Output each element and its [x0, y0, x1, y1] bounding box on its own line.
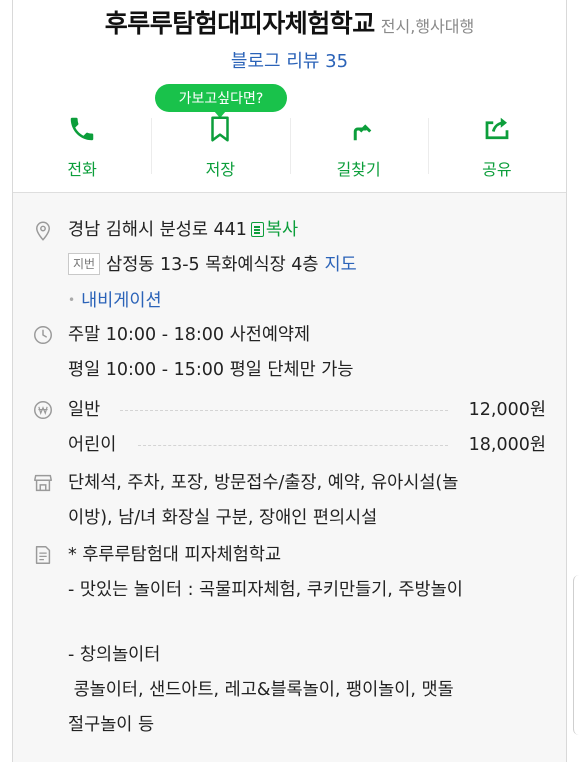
copy-icon	[250, 222, 264, 237]
price-label: 일반	[68, 400, 101, 420]
action-bar: 전화 저장 길찾기 공유	[13, 112, 566, 184]
jibun-address: 삼정동 13-5 목화예식장 4층	[106, 255, 319, 275]
document-icon	[32, 544, 54, 566]
price-row-adult: 일반 12,000원	[68, 393, 546, 427]
copy-address-button[interactable]: 복사	[250, 220, 299, 240]
share-button[interactable]: 공유	[427, 112, 566, 184]
map-link[interactable]: 지도	[325, 255, 357, 275]
title-row: 후루루탐험대피자체험학교 전시,행사대행	[13, 4, 566, 40]
directions-label: 길찾기	[336, 160, 381, 179]
frame-border-right	[566, 0, 567, 762]
directions-icon	[344, 114, 374, 148]
location-pin-icon	[32, 220, 54, 242]
facilities-line-2: 이방), 남/녀 화장실 구분, 장애인 편의시설	[68, 508, 378, 528]
jibun-address-line: 지번 삼정동 13-5 목화예식장 4층 지도	[68, 248, 357, 282]
won-coin-icon	[32, 399, 54, 421]
description-line-3: - 창의놀이터	[68, 645, 161, 665]
facilities-line-1: 단체석, 주차, 포장, 방문접수/출장, 예약, 유아시설(놀	[68, 473, 459, 493]
save-label: 저장	[205, 160, 236, 179]
share-label: 공유	[482, 160, 512, 179]
navigation-link[interactable]: 내비게이션	[81, 291, 162, 311]
bullet-dot: •	[68, 293, 76, 307]
price-leader	[138, 445, 448, 446]
place-header: 후루루탐험대피자체험학교 전시,행사대행 블로그 리뷰 35 가보고싶다면? 전화…	[13, 0, 566, 195]
scrollbar[interactable]	[573, 575, 580, 735]
call-button[interactable]: 전화	[13, 112, 151, 184]
price-value: 12,000원	[468, 400, 546, 420]
price-label: 어린이	[68, 435, 117, 455]
phone-icon	[67, 114, 97, 148]
price-value: 18,000원	[468, 435, 546, 455]
place-info-panel: 경남 김해시 분성로 441 복사 지번 삼정동 13-5 목화예식장 4층 지도 •…	[13, 193, 566, 762]
copy-label: 복사	[265, 220, 299, 240]
clock-icon	[32, 324, 54, 346]
description-line-5: 절구놀이 등	[68, 715, 155, 735]
navigation-line: • 내비게이션	[68, 283, 162, 317]
road-address-line: 경남 김해시 분성로 441 복사	[68, 213, 298, 247]
store-icon	[32, 472, 54, 494]
road-address: 경남 김해시 분성로 441	[68, 220, 247, 240]
hours-weekday: 평일 10:00 - 15:00 평일 단체만 가능	[68, 360, 354, 380]
blog-review-link[interactable]: 블로그 리뷰 35	[13, 47, 566, 73]
save-tooltip: 가보고싶다면?	[155, 84, 287, 118]
price-leader	[120, 410, 448, 411]
description-line-2: - 맛있는 놀이터 : 곡물피자체험, 쿠키만들기, 주방놀이	[68, 580, 463, 600]
price-row-child: 어린이 18,000원	[68, 428, 546, 462]
call-label: 전화	[67, 160, 97, 179]
share-icon	[482, 114, 512, 148]
hours-weekend: 주말 10:00 - 18:00 사전예약제	[68, 325, 311, 345]
place-category: 전시,행사대행	[380, 17, 475, 36]
description-line-1: * 후루루탐험대 피자체험학교	[68, 545, 282, 565]
directions-button[interactable]: 길찾기	[289, 112, 428, 184]
place-title: 후루루탐험대피자체험학교	[104, 9, 376, 38]
bookmark-icon	[205, 114, 235, 148]
save-button[interactable]: 저장	[151, 112, 289, 184]
jibun-tag: 지번	[68, 253, 101, 275]
description-line-4: 콩놀이터, 샌드아트, 레고&블록놀이, 팽이놀이, 맷돌	[68, 680, 454, 700]
